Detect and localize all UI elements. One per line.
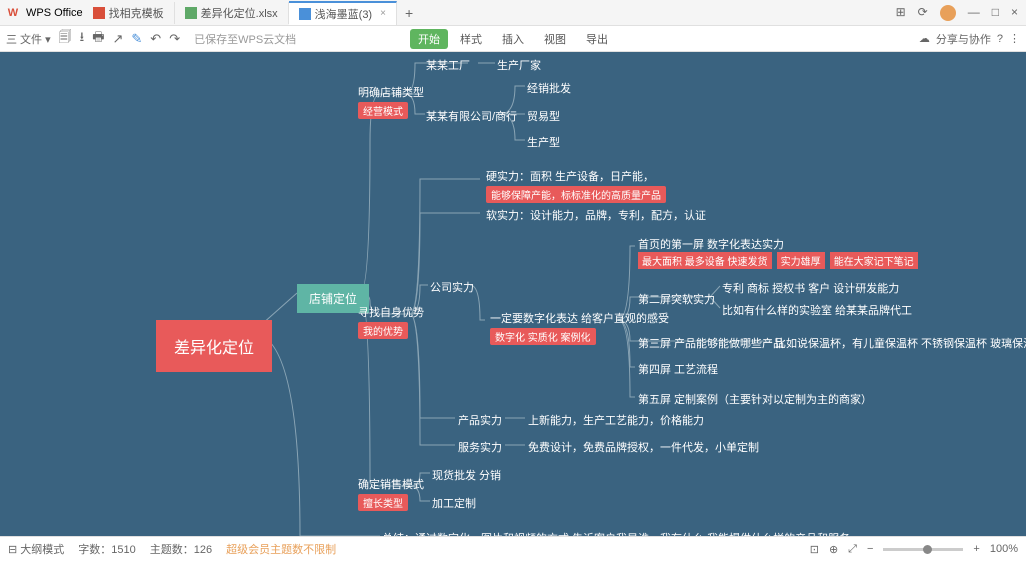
share-button[interactable]: 分享与协作	[936, 31, 991, 47]
tag-mode: 经营模式	[358, 102, 408, 119]
node-screen1[interactable]: 首页的第一屏 数字化表达实力 最大面积 最多设备 快速发货 实力雄厚 能在大家记…	[638, 236, 920, 269]
tab-1[interactable]: 找相克模板	[83, 2, 175, 24]
node-summary[interactable]: 总结：通过数字化，图片和视频的方式 告诉客户我是谁，我有什么 我能提供什么样的产…	[382, 530, 850, 536]
cloud-icon[interactable]: ☁	[919, 32, 930, 45]
node-prod[interactable]: 产品实力	[458, 412, 502, 428]
titlebar: W WPS Office 找相克模板 差异化定位.xlsx 浅海墨蓝(3)× +…	[0, 0, 1026, 26]
doc-icon	[93, 7, 105, 19]
node-s3r[interactable]: 比如说保温杯，有儿童保温杯 不锈钢保温杯 玻璃保温杯	[775, 335, 1026, 351]
node-c2[interactable]: 贸易型	[527, 108, 560, 124]
word-count: 字数：1510	[78, 541, 135, 557]
download-icon[interactable]: ⭳	[80, 28, 85, 50]
print-icon[interactable]: 🖶	[92, 28, 104, 50]
help-icon[interactable]: ?	[997, 33, 1003, 45]
toolbar: 三 文件 ▾ 🗐 ⭳ 🖶 ↗ ✎ ↶ ↷ 已保存至WPS云文档 开始 样式 插入…	[0, 26, 1026, 52]
tag-s1a: 最大面积 最多设备 快速发货	[638, 252, 772, 269]
zoom-in-button[interactable]: +	[973, 543, 979, 555]
avatar-icon[interactable]	[940, 5, 956, 21]
undo-icon[interactable]: ↶	[150, 31, 161, 47]
xls-icon	[185, 7, 197, 19]
wps-logo-icon: W	[4, 4, 22, 22]
tag-s1c: 能在大家记下笔记	[830, 252, 918, 269]
add-tab-button[interactable]: +	[397, 5, 421, 21]
close-button[interactable]: ×	[1011, 5, 1018, 21]
tag-sale: 擅长类型	[358, 494, 408, 511]
node-sale[interactable]: 确定销售模式 擅长类型	[358, 476, 424, 511]
node-c1[interactable]: 经销批发	[527, 80, 571, 96]
node-factory-r[interactable]: 生产厂家	[497, 57, 541, 73]
node-screen3[interactable]: 第三屏 产品能够能做哪些产品	[638, 335, 784, 351]
topic-count: 主题数：126	[150, 541, 212, 557]
tab-insert[interactable]: 插入	[494, 29, 532, 49]
zoom-out-button[interactable]: −	[867, 543, 873, 555]
brush-icon[interactable]: ✎	[131, 31, 142, 47]
node-adv[interactable]: 寻找自身优势 我的优势	[358, 304, 424, 339]
more-icon[interactable]: ⋮	[1009, 32, 1020, 45]
maximize-button[interactable]: □	[992, 5, 999, 21]
expand-icon[interactable]: ⤢	[848, 543, 857, 556]
root-node[interactable]: 差异化定位	[156, 320, 272, 372]
tab-3-active[interactable]: 浅海墨蓝(3)×	[289, 1, 397, 25]
tab-view[interactable]: 视图	[536, 29, 574, 49]
toolbar-tabs: 开始 样式 插入 视图 导出	[410, 29, 616, 49]
tag-must: 数字化 实质化 案例化	[490, 328, 596, 345]
node-serv[interactable]: 服务实力	[458, 439, 502, 455]
minimize-button[interactable]: —	[968, 5, 980, 21]
saved-status: 已保存至WPS云文档	[194, 31, 296, 47]
node-screen4[interactable]: 第四屏 工艺流程	[638, 361, 718, 377]
node-s2a[interactable]: 专利 商标 授权书 客户 设计研发能力	[722, 280, 899, 296]
node-c3[interactable]: 生产型	[527, 134, 560, 150]
file-menu[interactable]: 三 文件 ▾	[6, 31, 51, 47]
node-comp[interactable]: 公司实力	[430, 279, 474, 295]
vip-tip[interactable]: 超级会员主题数不限制	[226, 541, 336, 557]
tab-start[interactable]: 开始	[410, 29, 448, 49]
tag-s1b: 实力雄厚	[777, 252, 825, 269]
close-icon[interactable]: ×	[380, 8, 386, 19]
save-icon[interactable]: 🗐	[59, 28, 72, 50]
export-icon[interactable]: ↗	[112, 31, 123, 47]
node-prod-r[interactable]: 上新能力，生产工艺能力，价格能力	[528, 412, 704, 428]
tab-style[interactable]: 样式	[452, 29, 490, 49]
node-screen5[interactable]: 第五屏 定制案例（主要针对以定制为主的商家）	[638, 391, 872, 407]
tab-export[interactable]: 导出	[578, 29, 616, 49]
redo-icon[interactable]: ↷	[169, 31, 180, 47]
node-s2b[interactable]: 比如有什么样的实验室 给某某品牌代工	[722, 302, 912, 318]
node-factory[interactable]: 某某工厂	[426, 57, 470, 73]
node-hard[interactable]: 硬实力：面积 生产设备，日产能， 能够保障产能，标标准化的高质量产品	[486, 168, 666, 203]
node-sale1[interactable]: 现货批发 分销	[432, 467, 501, 483]
zoom-level: 100%	[990, 543, 1018, 555]
locate-icon[interactable]: ⊡	[810, 543, 819, 556]
refresh-icon[interactable]: ⟳	[918, 5, 928, 21]
zoom-slider[interactable]	[883, 548, 963, 551]
node-type[interactable]: 明确店铺类型 经营模式	[358, 84, 424, 119]
app-name: WPS Office	[26, 7, 83, 19]
node-soft[interactable]: 软实力：设计能力，品牌，专利，配方，认证	[486, 207, 706, 223]
node-sale2[interactable]: 加工定制	[432, 495, 476, 511]
tab-2[interactable]: 差异化定位.xlsx	[175, 2, 289, 24]
node-serv-r[interactable]: 免费设计，免费品牌授权，一件代发，小单定制	[528, 439, 759, 455]
grid-icon[interactable]: ⊞	[896, 5, 906, 21]
statusbar: ⊟ 大纲模式 字数：1510 主题数：126 超级会员主题数不限制 ⊡ ⊕ ⤢ …	[0, 536, 1026, 561]
tag-hard: 能够保障产能，标标准化的高质量产品	[486, 186, 666, 203]
outline-mode-button[interactable]: ⊟ 大纲模式	[8, 541, 64, 557]
tag-adv: 我的优势	[358, 322, 408, 339]
mindmap-canvas[interactable]: 差异化定位 店铺定位 明确店铺类型 经营模式 某某工厂 生产厂家 某某有限公司/…	[0, 52, 1026, 536]
fit-icon[interactable]: ⊕	[829, 543, 838, 556]
mind-icon	[299, 8, 311, 20]
node-company[interactable]: 某某有限公司/商行	[426, 108, 517, 124]
node-screen2[interactable]: 第二屏突软实力	[638, 291, 715, 307]
